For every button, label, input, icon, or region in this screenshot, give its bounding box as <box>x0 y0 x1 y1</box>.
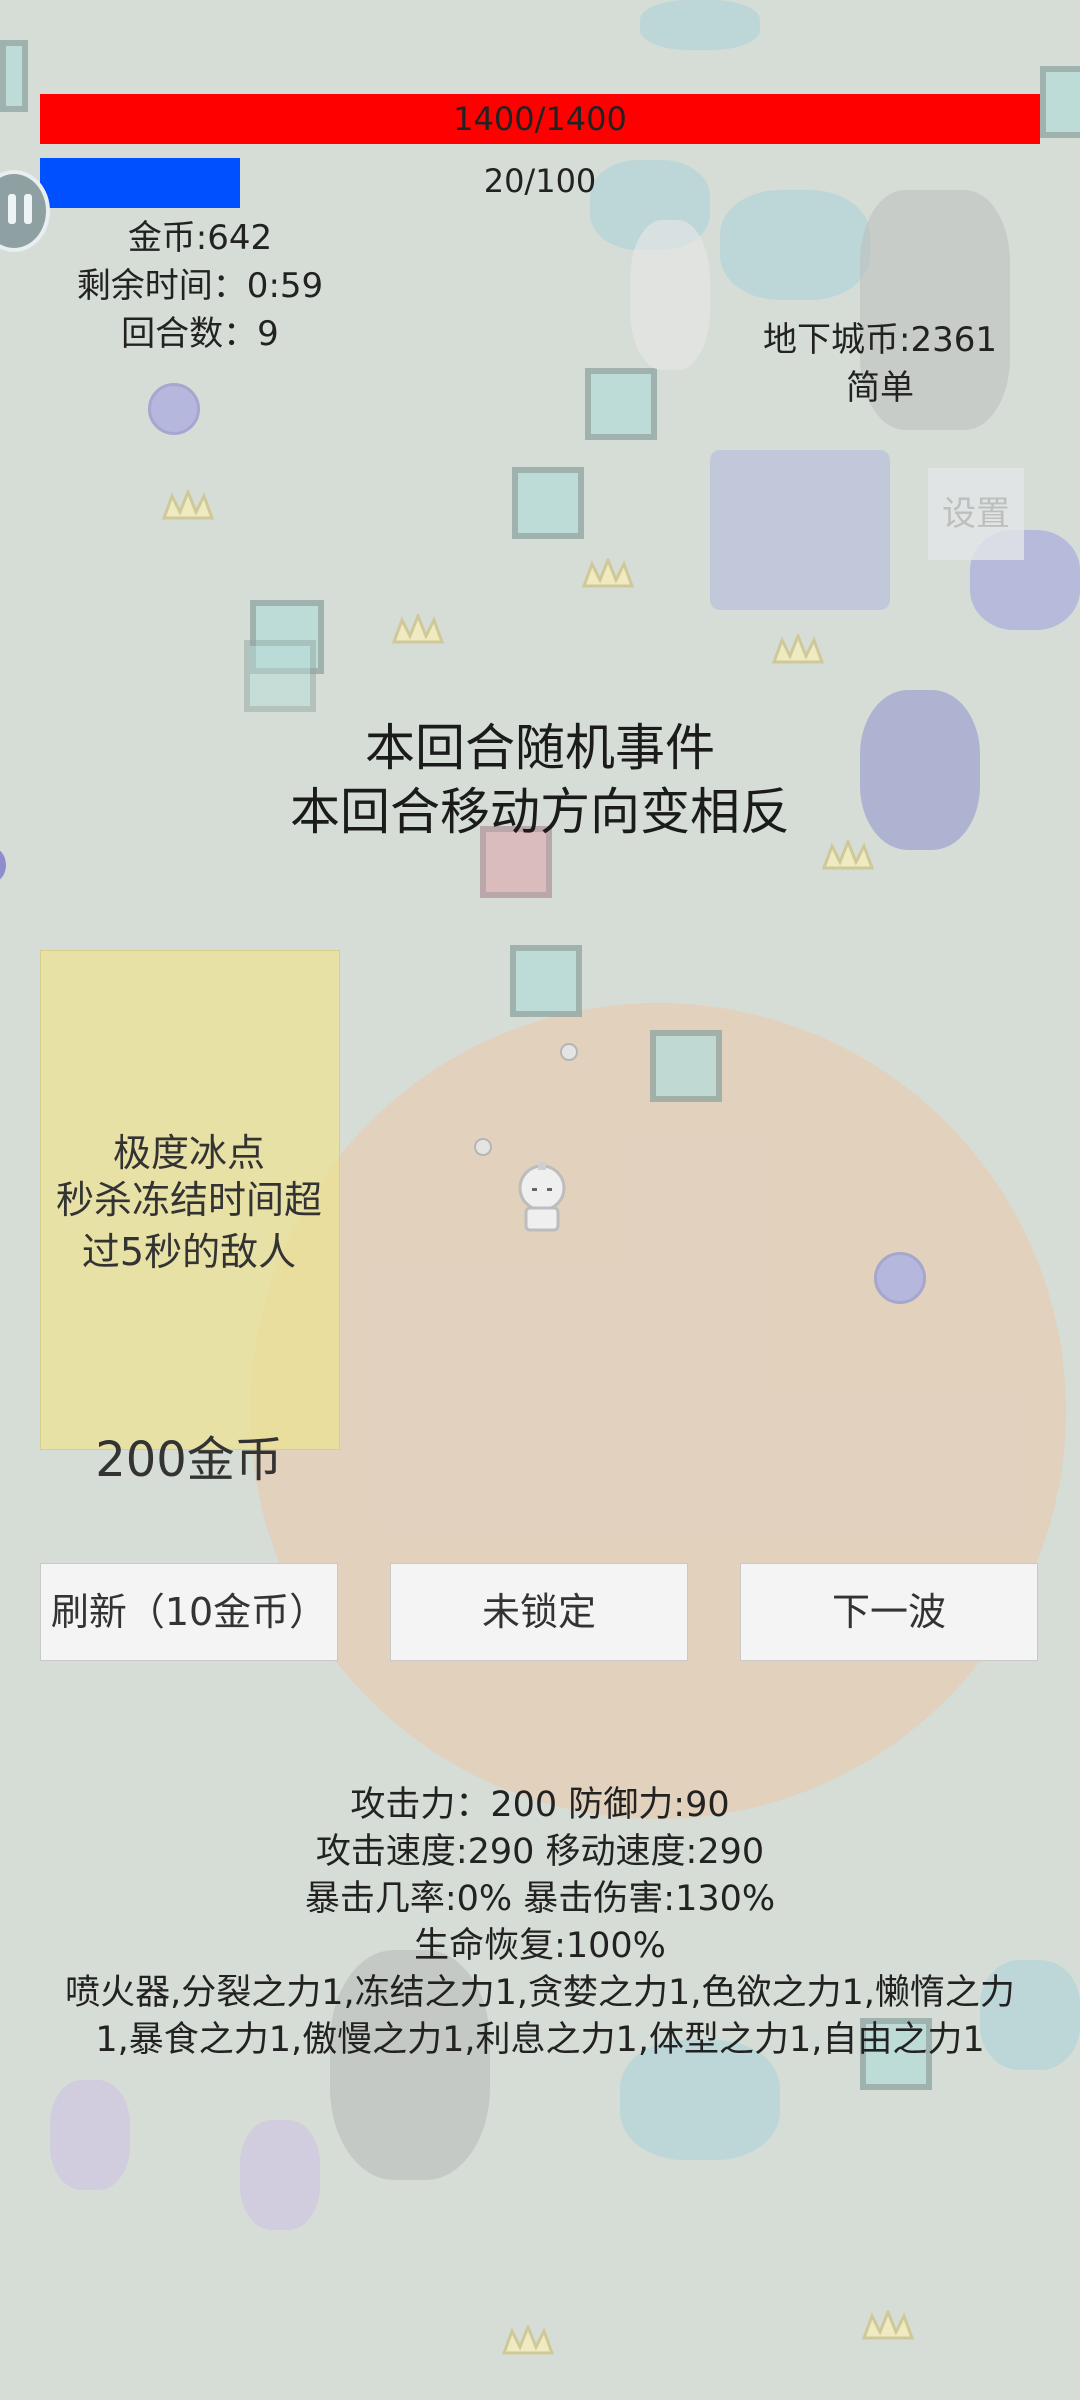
enemy-square <box>250 600 324 674</box>
stat-speeds: 攻击速度:290 移动速度:290 <box>315 1832 765 1872</box>
player-stats: 攻击力：200 防御力:90 攻击速度:290 移动速度:290 暴击几率:0%… <box>40 1782 1040 2064</box>
stat-regen: 生命恢复:100% <box>414 1926 666 1966</box>
shop-item-name: 极度冰点 <box>112 1131 265 1175</box>
shop-item-price: 200金币 <box>95 1432 283 1488</box>
enemy-square <box>1040 66 1080 138</box>
dungeon-coins: 地下城币:2361 <box>763 320 997 360</box>
player-sprite <box>518 1162 566 1232</box>
event-title: 本回合随机事件 <box>365 719 715 777</box>
attack-range-circle <box>250 1003 1066 1819</box>
grass-decoration <box>861 2310 915 2340</box>
monster-sprite <box>240 2120 320 2230</box>
grass-decoration <box>501 2325 555 2355</box>
grass-decoration <box>821 840 875 870</box>
monster-sprite <box>720 190 870 300</box>
owned-items-list: 喷火器,分裂之力1,冻结之力1,贪婪之力1,色欲之力1,懒惰之力1,暴食之力1,… <box>65 1973 1015 2060</box>
enemy-square <box>244 640 316 712</box>
shop-item-description-line: 秒杀冻结时间超 <box>55 1178 322 1222</box>
orb <box>874 1252 926 1304</box>
coin-count: 金币:642 <box>127 218 273 258</box>
orb <box>0 848 6 882</box>
grass-decoration <box>581 558 635 588</box>
monster-sprite <box>50 2080 130 2190</box>
health-text: 1400/1400 <box>453 100 627 138</box>
experience-bar <box>40 158 240 208</box>
enemy-square <box>585 368 657 440</box>
pause-icon <box>24 194 32 224</box>
next-wave-button[interactable]: 下一波 <box>740 1563 1038 1661</box>
monster-sprite <box>630 220 710 370</box>
pause-icon <box>8 194 16 224</box>
time-remaining: 剩余时间：0:59 <box>76 266 324 306</box>
orb <box>148 383 200 435</box>
lock-button[interactable]: 未锁定 <box>390 1563 688 1661</box>
enemy-square <box>512 467 584 539</box>
enemy-square <box>650 1030 722 1102</box>
grass-decoration <box>771 634 825 664</box>
monster-sprite <box>710 450 890 610</box>
difficulty-label: 简单 <box>846 368 914 408</box>
bullet <box>560 1043 578 1061</box>
settings-button[interactable]: 设置 <box>928 468 1024 560</box>
refresh-button[interactable]: 刷新（10金币） <box>40 1563 338 1661</box>
shop-item-description-line: 过5秒的敌人 <box>81 1230 297 1274</box>
stat-critical: 暴击几率:0% 暴击伤害:130% <box>304 1879 776 1919</box>
enemy-square <box>510 945 582 1017</box>
round-count: 回合数：9 <box>121 314 279 354</box>
event-description: 本回合移动方向变相反 <box>290 783 790 841</box>
enemy-square <box>0 40 28 112</box>
shop-item-description: 秒杀冻结时间超 过5秒的敌人 <box>44 1174 334 1278</box>
bullet <box>474 1138 492 1156</box>
monster-sprite <box>640 0 760 50</box>
stat-attack-defense: 攻击力：200 防御力:90 <box>350 1785 730 1825</box>
experience-text: 20/100 <box>483 162 597 200</box>
grass-decoration <box>161 490 215 520</box>
grass-decoration <box>391 614 445 644</box>
